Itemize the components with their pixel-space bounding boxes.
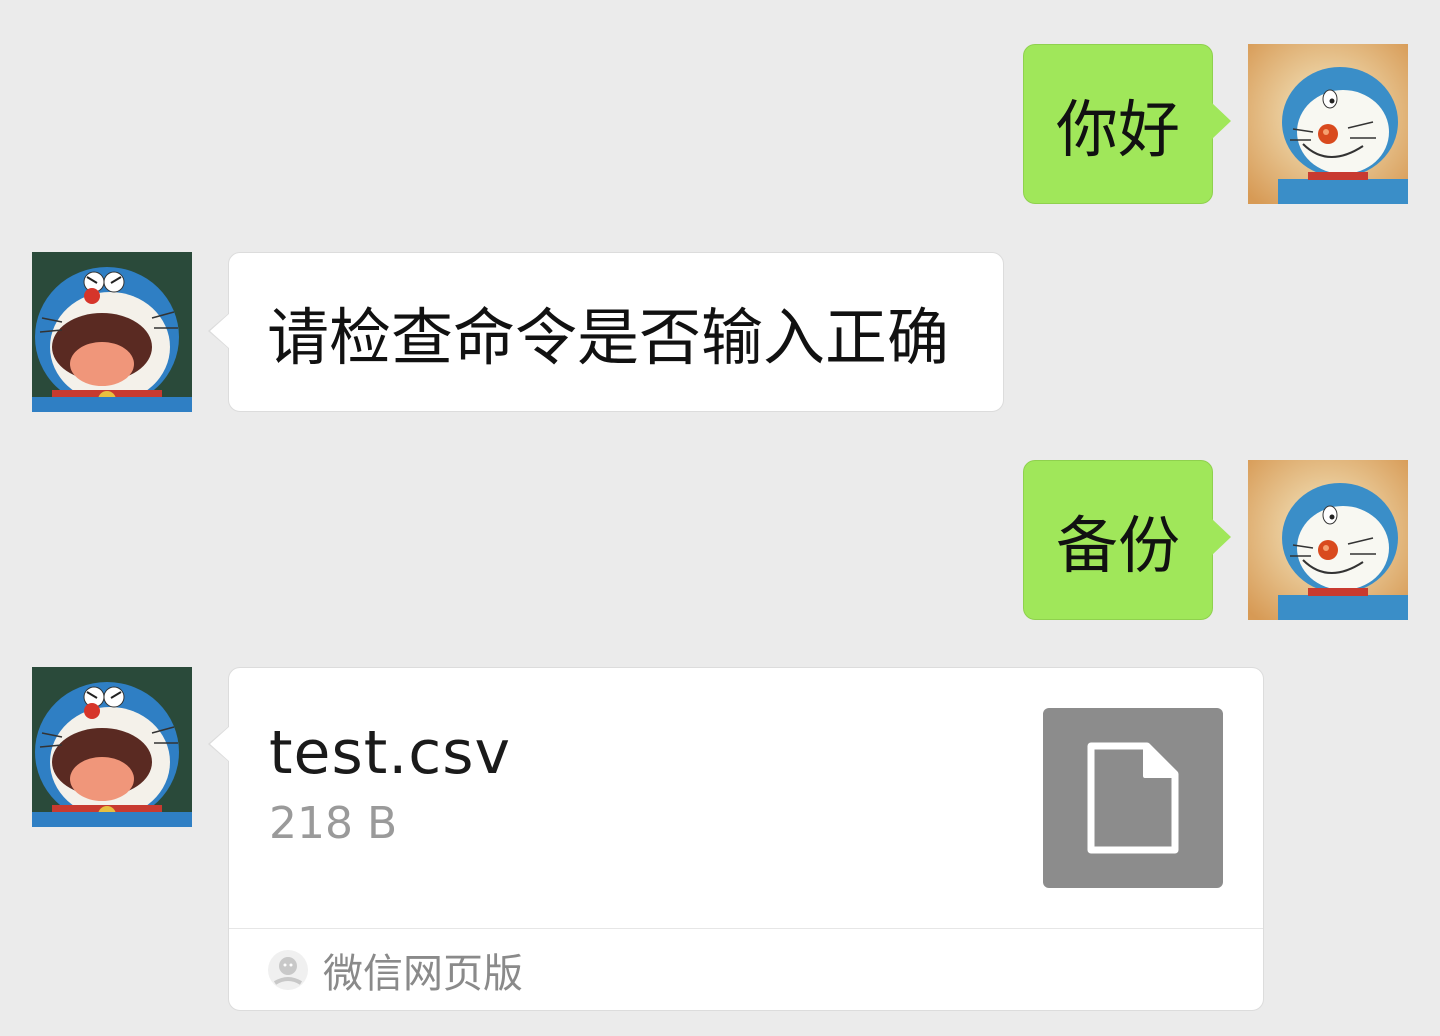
document-icon (1087, 742, 1179, 854)
file-size: 218 B (269, 798, 398, 849)
doraemon-tongue-avatar-icon (32, 252, 192, 412)
doraemon-avatar-icon (1248, 44, 1408, 204)
message-text: 你好 (1055, 93, 1180, 166)
file-source-footer: 微信网页版 (229, 928, 1263, 1010)
message-bubble-outgoing[interactable]: 备份 (1023, 460, 1231, 620)
source-label: 微信网页版 (323, 950, 523, 997)
contact-avatar[interactable] (32, 252, 192, 412)
contact-avatar[interactable] (32, 667, 192, 827)
file-message-card[interactable]: test.csv 218 B 微信网页版 (208, 667, 1264, 1011)
self-avatar[interactable] (1248, 460, 1408, 620)
message-text: 备份 (1055, 509, 1180, 582)
doraemon-tongue-avatar-icon (32, 667, 192, 827)
file-name: test.csv (269, 718, 512, 788)
wechat-web-icon (268, 949, 308, 990)
file-thumbnail (1043, 708, 1223, 888)
message-text: 请检查命令是否输入正确 (267, 301, 950, 374)
doraemon-avatar-icon (1248, 460, 1408, 620)
self-avatar[interactable] (1248, 44, 1408, 204)
message-bubble-incoming[interactable]: 请检查命令是否输入正确 (208, 252, 1004, 412)
message-bubble-outgoing[interactable]: 你好 (1023, 44, 1231, 204)
